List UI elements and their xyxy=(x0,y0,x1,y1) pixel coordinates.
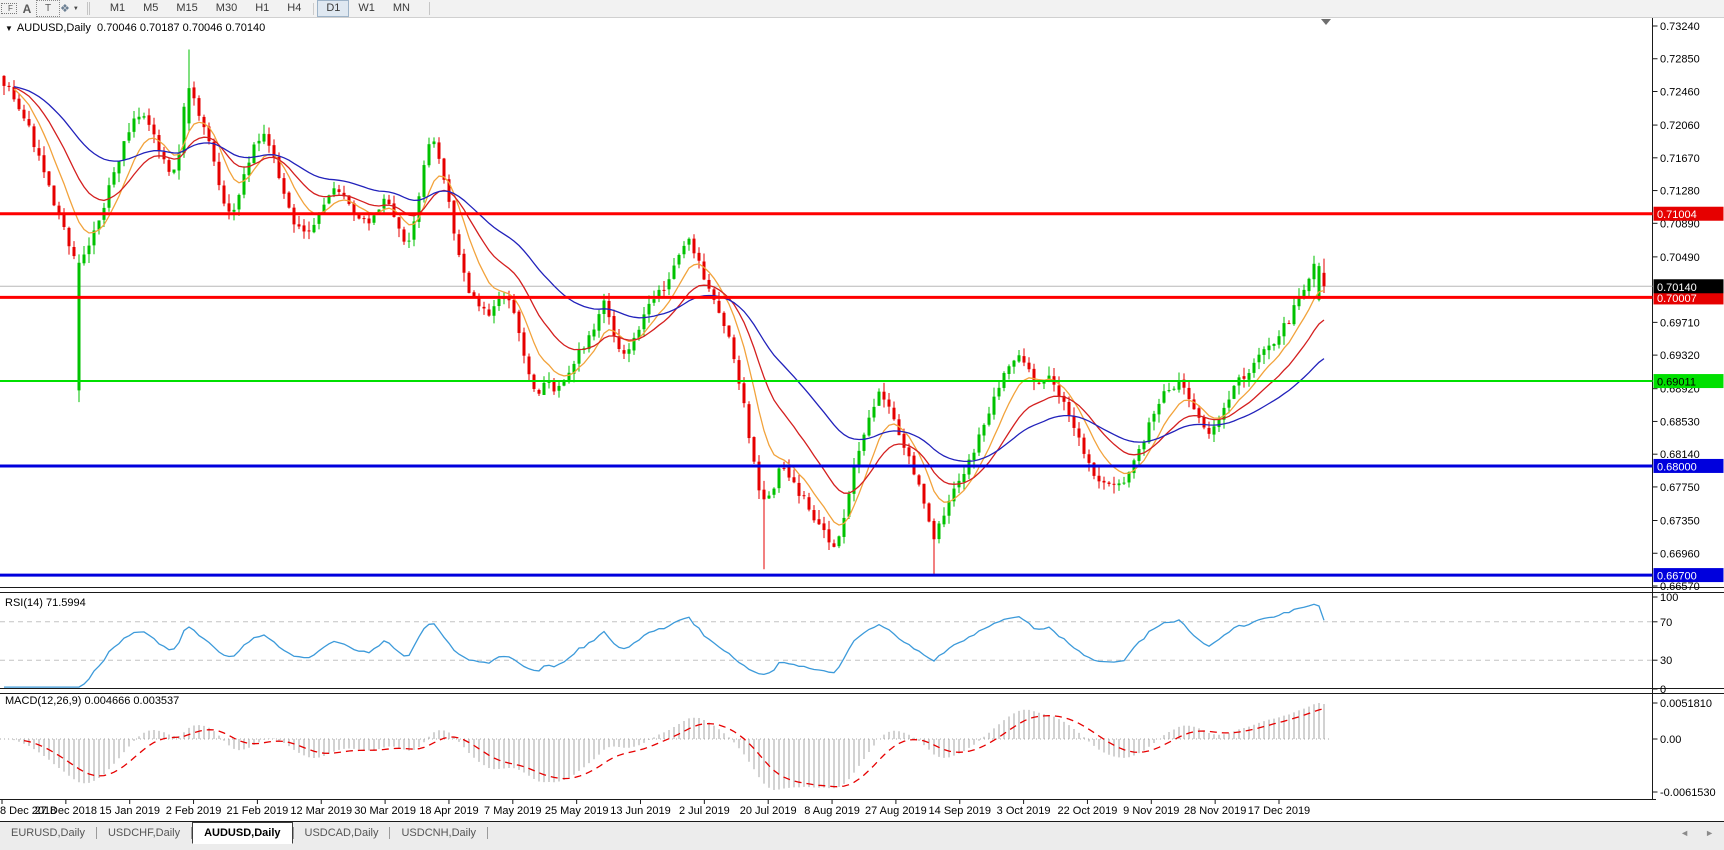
svg-text:0.70140: 0.70140 xyxy=(1657,282,1697,294)
tab-eurusd-daily[interactable]: EURUSD,Daily xyxy=(0,823,96,843)
svg-text:0.69011: 0.69011 xyxy=(1657,377,1696,389)
ohlc-values: 0.70046 0.70187 0.70046 0.70140 xyxy=(97,22,265,34)
tab-usdcad-daily[interactable]: USDCAD,Daily xyxy=(294,823,390,843)
svg-text:21 Feb 2019: 21 Feb 2019 xyxy=(227,805,289,817)
svg-text:-0.0061530: -0.0061530 xyxy=(1660,787,1716,799)
chart-symbol-header: ▼ AUDUSD,Daily 0.70046 0.70187 0.70046 0.… xyxy=(5,22,265,34)
svg-text:0.69320: 0.69320 xyxy=(1660,350,1700,362)
svg-text:0.72060: 0.72060 xyxy=(1660,120,1700,132)
svg-text:0.67350: 0.67350 xyxy=(1660,516,1700,528)
svg-text:12 Mar 2019: 12 Mar 2019 xyxy=(290,805,352,817)
svg-text:0.73240: 0.73240 xyxy=(1660,21,1700,33)
tab-usdcnh-daily[interactable]: USDCNH,Daily xyxy=(390,823,487,843)
scroll-left-arrow[interactable]: ◄ xyxy=(1680,828,1689,838)
tab-audusd-daily[interactable]: AUDUSD,Daily xyxy=(192,822,292,844)
svg-text:8 Aug 2019: 8 Aug 2019 xyxy=(804,805,860,817)
timeframe-button-w1[interactable]: W1 xyxy=(349,0,384,17)
tab-usdchf-daily[interactable]: USDCHF,Daily xyxy=(97,823,191,843)
timeframe-button-m1[interactable]: M1 xyxy=(101,0,134,17)
symbol-dropdown-icon[interactable]: ▼ xyxy=(5,24,13,33)
svg-text:2 Feb 2019: 2 Feb 2019 xyxy=(166,805,222,817)
svg-text:0.69710: 0.69710 xyxy=(1660,317,1700,329)
timeframe-button-mn[interactable]: MN xyxy=(384,0,419,17)
chart-canvas[interactable]: 0.73240 0.72850 0.72460 0.72060 0.71670 0.712… xyxy=(0,0,1724,849)
timeframe-button-m15[interactable]: M15 xyxy=(167,0,206,17)
svg-text:30: 30 xyxy=(1660,655,1672,667)
svg-text:14 Sep 2019: 14 Sep 2019 xyxy=(929,805,991,817)
toolbar-divider xyxy=(429,2,430,15)
svg-text:0.66700: 0.66700 xyxy=(1657,571,1697,583)
svg-text:25 May 2019: 25 May 2019 xyxy=(545,805,609,817)
svg-text:13 Jun 2019: 13 Jun 2019 xyxy=(610,805,671,817)
svg-text:9 Nov 2019: 9 Nov 2019 xyxy=(1123,805,1179,817)
svg-text:100: 100 xyxy=(1660,592,1678,604)
svg-text:0.70007: 0.70007 xyxy=(1657,293,1697,305)
fibonacci-icon-glyph: F xyxy=(1,3,17,14)
svg-text:0.00: 0.00 xyxy=(1660,734,1681,746)
svg-text:17 Dec 2019: 17 Dec 2019 xyxy=(1248,805,1310,817)
svg-text:0.68000: 0.68000 xyxy=(1657,461,1697,473)
timeframe-button-d1[interactable]: D1 xyxy=(317,0,349,17)
tab-divider xyxy=(487,827,488,839)
svg-text:0.72460: 0.72460 xyxy=(1660,86,1700,98)
svg-text:0.70490: 0.70490 xyxy=(1660,252,1700,264)
svg-text:0.72850: 0.72850 xyxy=(1660,54,1700,66)
arrows-dropdown-icon[interactable]: ▼ xyxy=(73,6,79,12)
svg-text:27 Dec 2018: 27 Dec 2018 xyxy=(35,805,97,817)
svg-text:0.66960: 0.66960 xyxy=(1660,548,1700,560)
svg-text:20 Jul 2019: 20 Jul 2019 xyxy=(740,805,797,817)
macd-indicator-label: MACD(12,26,9) 0.004666 0.003537 xyxy=(5,695,179,707)
svg-text:28 Nov 2019: 28 Nov 2019 xyxy=(1184,805,1246,817)
text-icon[interactable]: T xyxy=(36,0,60,17)
svg-text:30 Mar 2019: 30 Mar 2019 xyxy=(354,805,416,817)
scroll-right-arrow[interactable]: ► xyxy=(1705,828,1714,838)
arrows-icon[interactable]: ❖▼ xyxy=(60,1,79,16)
svg-text:0: 0 xyxy=(1660,684,1666,696)
svg-text:0.67750: 0.67750 xyxy=(1660,482,1700,494)
timeframe-button-h1[interactable]: H1 xyxy=(246,0,278,17)
svg-text:0.71280: 0.71280 xyxy=(1660,186,1700,198)
toolbar-grip[interactable] xyxy=(87,2,95,15)
symbol-label: AUDUSD,Daily xyxy=(17,22,91,34)
chart-tab-bar: EURUSD,DailyUSDCHF,DailyAUDUSD,DailyUSDC… xyxy=(0,821,1724,850)
timeframe-button-h4[interactable]: H4 xyxy=(278,0,310,17)
fibonacci-icon[interactable]: F xyxy=(0,1,18,16)
svg-text:7 May 2019: 7 May 2019 xyxy=(484,805,541,817)
svg-text:3 Oct 2019: 3 Oct 2019 xyxy=(997,805,1051,817)
timeframe-toolbar: M1M5M15M30H1H4 D1W1MN xyxy=(101,0,419,17)
rsi-indicator-label: RSI(14) 71.5994 xyxy=(5,597,86,609)
svg-text:0.68530: 0.68530 xyxy=(1660,416,1700,428)
timeframe-button-m30[interactable]: M30 xyxy=(207,0,246,17)
horizontal-scrollbar: ◄► xyxy=(1664,828,1714,838)
svg-text:22 Oct 2019: 22 Oct 2019 xyxy=(1057,805,1117,817)
svg-text:0.0051810: 0.0051810 xyxy=(1660,698,1712,710)
svg-text:15 Jan 2019: 15 Jan 2019 xyxy=(99,805,160,817)
svg-text:27 Aug 2019: 27 Aug 2019 xyxy=(865,805,927,817)
text-label-icon[interactable]: A xyxy=(18,1,36,16)
svg-text:2 Jul 2019: 2 Jul 2019 xyxy=(679,805,730,817)
svg-text:18 Apr 2019: 18 Apr 2019 xyxy=(419,805,478,817)
timeframe-divider xyxy=(313,3,314,15)
svg-text:0.71670: 0.71670 xyxy=(1660,153,1700,165)
svg-text:70: 70 xyxy=(1660,617,1672,629)
top-toolbar: F A T ❖▼ M1M5M15M30H1H4 D1W1MN xyxy=(0,0,1724,18)
arrows-icon-glyph: ❖ xyxy=(60,2,70,15)
timeframe-button-m5[interactable]: M5 xyxy=(134,0,167,17)
svg-text:0.71004: 0.71004 xyxy=(1657,209,1697,221)
